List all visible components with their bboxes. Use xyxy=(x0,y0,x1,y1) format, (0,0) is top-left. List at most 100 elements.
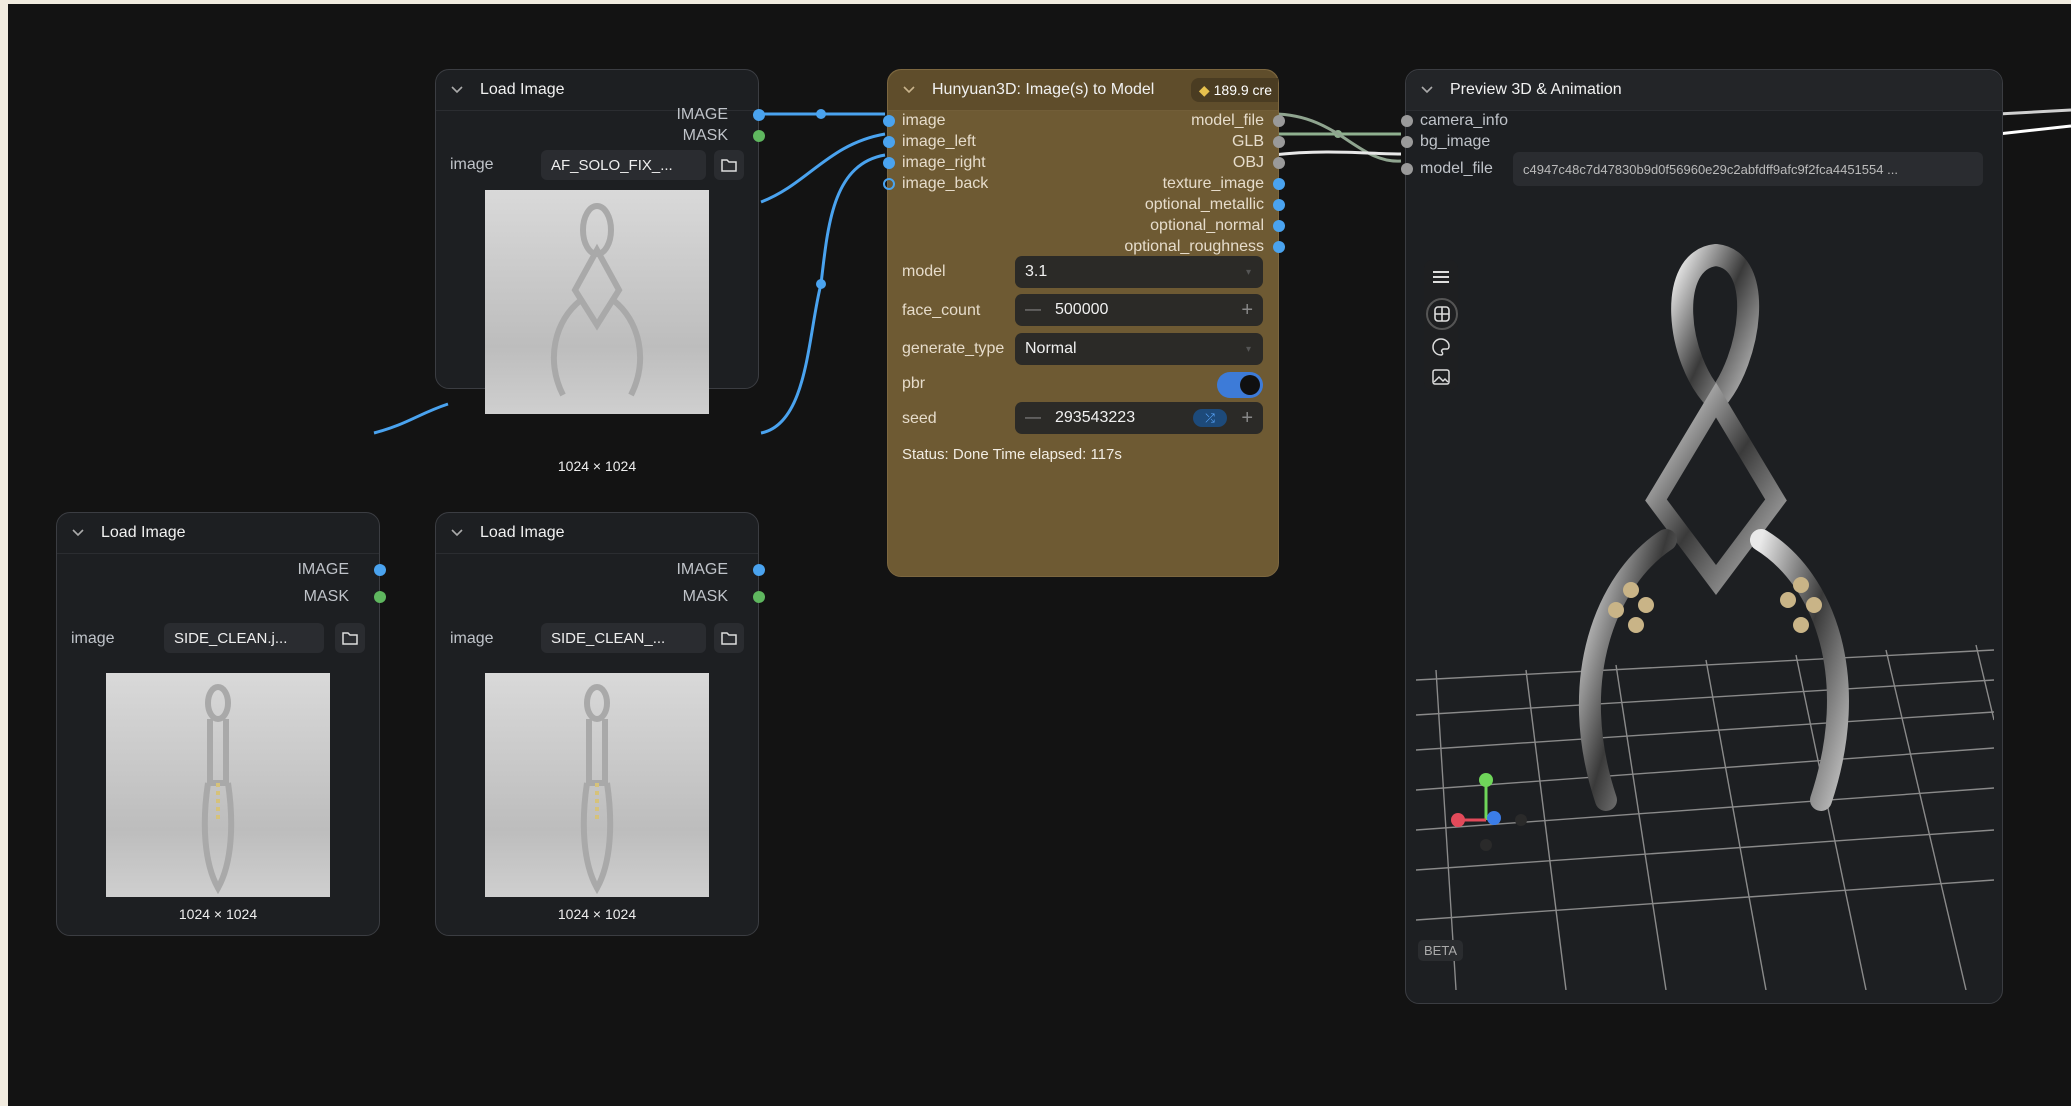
output-glb-slot[interactable] xyxy=(1273,136,1285,148)
output-image-label: IMAGE xyxy=(676,106,728,123)
wire-out-1 xyxy=(1997,108,2071,116)
menu-icon[interactable] xyxy=(1426,262,1456,292)
chevron-down-icon[interactable] xyxy=(450,83,464,97)
image-select[interactable]: SIDE_CLEAN.j... xyxy=(164,623,324,653)
wire-model-file xyxy=(1272,112,1402,163)
image-widget-label: image xyxy=(450,156,494,173)
node-header[interactable]: Preview 3D & Animation xyxy=(1406,70,2002,111)
face-count-label: face_count xyxy=(902,302,981,319)
chevron-down-icon[interactable] xyxy=(71,526,85,540)
image-preview xyxy=(106,673,330,897)
node-title: Preview 3D & Animation xyxy=(1450,81,1622,98)
output-optional-roughness-slot[interactable] xyxy=(1273,241,1285,253)
plus-icon[interactable]: + xyxy=(1241,299,1253,322)
pendant-image xyxy=(550,203,644,397)
output-optional-metallic-slot[interactable] xyxy=(1273,199,1285,211)
node-graph-canvas[interactable]: Load Image IMAGE MASK image AF_SOLO_FIX_… xyxy=(8,4,2071,1106)
output-optional-normal-slot[interactable] xyxy=(1273,220,1285,232)
model-label: model xyxy=(902,263,946,280)
pendant-side-image xyxy=(201,684,235,895)
image-widget-label: image xyxy=(450,630,494,647)
pbr-label: pbr xyxy=(902,375,926,392)
plus-icon[interactable]: + xyxy=(1241,407,1253,430)
chevron-down-icon: ▾ xyxy=(1245,266,1251,278)
image-preview xyxy=(485,190,709,414)
folder-button[interactable] xyxy=(335,623,365,653)
diamond-icon: ◆ xyxy=(1198,81,1210,98)
output-model-file-label: model_file xyxy=(1191,112,1264,129)
output-obj-label: OBJ xyxy=(1232,154,1264,171)
output-image-slot[interactable] xyxy=(753,109,765,121)
folder-icon xyxy=(342,632,358,645)
folder-button[interactable] xyxy=(714,150,744,180)
viewer-toolbar xyxy=(1424,260,1458,390)
output-texture-image-label: texture_image xyxy=(1162,175,1264,192)
grid-icon[interactable] xyxy=(1426,298,1458,330)
node-header[interactable]: Hunyuan3D: Image(s) to Model ◆ 189.9 cre xyxy=(888,70,1278,111)
image-select[interactable]: AF_SOLO_FIX_... xyxy=(541,150,706,180)
image-icon[interactable] xyxy=(1426,362,1456,392)
model-file-field[interactable]: c4947c48c7d47830b9d0f56960e29c2abfdff9af… xyxy=(1513,152,1983,186)
output-mask-slot[interactable] xyxy=(374,591,386,603)
wire-reroute-dot xyxy=(1334,130,1342,138)
input-image-slot[interactable] xyxy=(883,115,895,127)
output-texture-image-slot[interactable] xyxy=(1273,178,1285,190)
output-optional-normal-label: optional_normal xyxy=(1150,217,1264,234)
wire-image-left xyxy=(373,402,449,435)
input-bg-image-slot[interactable] xyxy=(1401,136,1413,148)
seed-stepper[interactable]: — 293543223 ⤮ + xyxy=(1015,402,1263,434)
seed-value[interactable]: 293543223 xyxy=(1055,409,1135,427)
output-obj-slot[interactable] xyxy=(1273,157,1285,169)
3d-viewport[interactable] xyxy=(1416,200,1994,990)
model-select[interactable]: 3.1 ▾ xyxy=(1015,256,1263,288)
image-filename: SIDE_CLEAN.j... xyxy=(174,629,288,647)
seed-label: seed xyxy=(902,410,937,427)
input-image-left-slot[interactable] xyxy=(883,136,895,148)
input-camera-info-slot[interactable] xyxy=(1401,115,1413,127)
output-image-slot[interactable] xyxy=(374,564,386,576)
load-image-node-1[interactable]: Load Image IMAGE MASK image AF_SOLO_FIX_… xyxy=(435,69,765,474)
node-header[interactable]: Load Image xyxy=(57,513,379,554)
input-image-back-slot[interactable] xyxy=(883,178,895,190)
input-bg-image-label: bg_image xyxy=(1420,133,1491,150)
palette-icon[interactable] xyxy=(1426,332,1456,362)
output-image-label: IMAGE xyxy=(297,561,349,578)
image-select[interactable]: SIDE_CLEAN_... xyxy=(541,623,706,653)
output-glb-label: GLB xyxy=(1231,133,1264,150)
input-camera-info-label: camera_info xyxy=(1420,112,1509,129)
pbr-toggle[interactable] xyxy=(1217,372,1263,398)
load-image-node-3[interactable]: Load Image IMAGE MASK image SIDE_CLEAN_.… xyxy=(435,512,765,936)
node-title: Load Image xyxy=(101,524,186,541)
input-image-right-slot[interactable] xyxy=(883,157,895,169)
preview-3d-node[interactable]: Preview 3D & Animation camera_info bg_im… xyxy=(1401,69,2003,1004)
node-header[interactable]: Load Image xyxy=(436,70,758,111)
status-text: Status: Done Time elapsed: 117s xyxy=(902,446,1122,463)
output-mask-slot[interactable] xyxy=(753,591,765,603)
hunyuan3d-node[interactable]: Hunyuan3D: Image(s) to Model ◆ 189.9 cre… xyxy=(883,69,1285,577)
output-model-file-slot[interactable] xyxy=(1273,115,1285,127)
wire-obj xyxy=(1272,150,1402,157)
output-mask-slot[interactable] xyxy=(753,130,765,142)
chevron-down-icon: ▾ xyxy=(1245,343,1251,355)
generate-type-value: Normal xyxy=(1025,340,1077,357)
input-image-left-label: image_left xyxy=(902,133,976,150)
input-image-back-label: image_back xyxy=(902,175,989,192)
node-header[interactable]: Load Image xyxy=(436,513,758,554)
chevron-down-icon[interactable] xyxy=(902,83,916,97)
wire-image-right xyxy=(760,153,886,435)
face-count-stepper[interactable]: — 500000 + xyxy=(1015,294,1263,326)
input-model-file-slot[interactable] xyxy=(1401,163,1413,175)
output-mask-label: MASK xyxy=(682,127,728,144)
face-count-value[interactable]: 500000 xyxy=(1055,301,1108,319)
folder-icon xyxy=(721,159,737,172)
load-image-node-2[interactable]: Load Image IMAGE MASK image SIDE_CLEAN.j… xyxy=(56,512,386,936)
model-file-value: c4947c48c7d47830b9d0f56960e29c2abfdff9af… xyxy=(1523,161,1898,177)
minus-icon[interactable]: — xyxy=(1025,301,1041,319)
output-image-slot[interactable] xyxy=(753,564,765,576)
link-icon[interactable]: ⤮ xyxy=(1193,409,1227,427)
chevron-down-icon[interactable] xyxy=(1420,83,1434,97)
folder-button[interactable] xyxy=(714,623,744,653)
minus-icon[interactable]: — xyxy=(1025,409,1041,427)
chevron-down-icon[interactable] xyxy=(450,526,464,540)
generate-type-select[interactable]: Normal ▾ xyxy=(1015,333,1263,365)
